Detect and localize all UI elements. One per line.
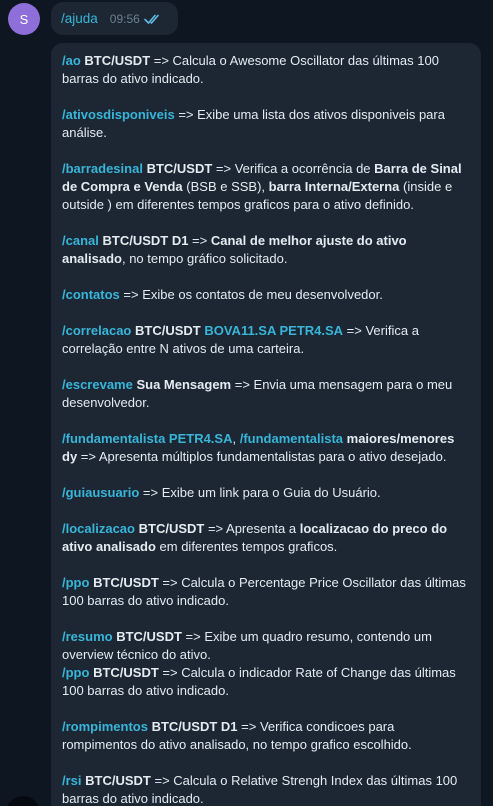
command-link[interactable]: /localizacao	[62, 521, 135, 536]
bold-text: BTC/USDT	[146, 161, 213, 176]
help-entry-line: /localizacao BTC/USDT => Apresenta a loc…	[62, 520, 469, 556]
outgoing-message-text[interactable]: /ajuda	[61, 11, 98, 26]
command-link[interactable]: /rompimentos	[62, 719, 148, 734]
help-entry-resumo: /resumo BTC/USDT => Exibe um quadro resu…	[62, 628, 469, 700]
help-entry-line: /guiausuario => Exibe um link para o Gui…	[62, 484, 469, 502]
text-segment: em diferentes tempos graficos.	[155, 539, 338, 554]
help-entry-line: /ppo BTC/USDT => Calcula o Percentage Pr…	[62, 574, 469, 610]
help-entry-line: /ppo BTC/USDT => Calcula o indicador Rat…	[62, 664, 469, 700]
avatar-letter: S	[19, 11, 29, 27]
bold-text: BTC/USDT	[93, 665, 159, 680]
command-link[interactable]: /ativosdisponiveis	[62, 107, 175, 122]
command-link[interactable]: /contatos	[62, 287, 120, 302]
command-link[interactable]: /guiausuario	[62, 485, 139, 500]
bold-text: BTC/USDT	[84, 53, 151, 68]
command-link[interactable]: /resumo	[62, 629, 113, 644]
help-entry-line: /rompimentos BTC/USDT D1 => Verifica con…	[62, 718, 469, 754]
help-entry-line: /rsi BTC/USDT => Calcula o Relative Stre…	[62, 772, 469, 806]
help-entry-line: /fundamentalista PETR4.SA, /fundamentali…	[62, 430, 469, 466]
bold-text: barra Interna/Externa	[268, 179, 400, 194]
help-entry-localizacao: /localizacao BTC/USDT => Apresenta a loc…	[62, 520, 469, 556]
bot-help-message: /ao BTC/USDT => Calcula o Awesome Oscill…	[51, 43, 481, 806]
command-link[interactable]: /canal	[62, 233, 99, 248]
help-entry-line: /correlacao BTC/USDT BOVA11.SA PETR4.SA …	[62, 322, 469, 358]
bold-text: Sua Mensagem	[136, 377, 232, 392]
help-entry-fundamentalista: /fundamentalista PETR4.SA, /fundamentali…	[62, 430, 469, 466]
bold-text: BTC/USDT D1	[102, 233, 189, 248]
outgoing-message[interactable]: /ajuda 09:56	[51, 2, 178, 35]
bold-text: BTC/USDT D1	[151, 719, 238, 734]
double-check-icon	[144, 14, 159, 24]
help-entry-barradesinal: /barradesinal BTC/USDT => Verifica a oco…	[62, 160, 469, 214]
help-entry-correlacao: /correlacao BTC/USDT BOVA11.SA PETR4.SA …	[62, 322, 469, 358]
command-link[interactable]: /rsi	[62, 773, 82, 788]
help-entry-line: /contatos => Exibe os contatos de meu de…	[62, 286, 469, 304]
bot-avatar[interactable]	[6, 796, 40, 806]
command-link[interactable]: /fundamentalista	[240, 431, 343, 446]
help-entry-escrevame: /escrevame Sua Mensagem => Envia uma men…	[62, 376, 469, 412]
command-link[interactable]: /ppo	[62, 575, 89, 590]
bold-text: BTC/USDT	[138, 521, 205, 536]
help-entry-line: /ativosdisponiveis => Exibe uma lista do…	[62, 106, 469, 142]
help-entry-line: /canal BTC/USDT D1 => Canal de melhor aj…	[62, 232, 469, 268]
command-link[interactable]: /escrevame	[62, 377, 133, 392]
text-segment: => Exibe os contatos de meu desenvolvedo…	[119, 287, 383, 302]
help-entry-line: /barradesinal BTC/USDT => Verifica a oco…	[62, 160, 469, 214]
chat-area: S /ajuda 09:56 /ao BTC/USDT => Calcula o…	[0, 0, 493, 806]
bold-text: BTC/USDT	[93, 575, 159, 590]
text-segment: => Apresenta múltiplos fundamentalistas …	[77, 449, 447, 464]
text-segment: ,	[232, 431, 240, 446]
bold-text: BTC/USDT	[116, 629, 182, 644]
help-entry-ativosdisponiveis: /ativosdisponiveis => Exibe uma lista do…	[62, 106, 469, 142]
text-segment: , no tempo gráfico solicitado.	[121, 251, 288, 266]
message-time: 09:56	[109, 11, 140, 26]
help-entry-ao: /ao BTC/USDT => Calcula o Awesome Oscill…	[62, 52, 469, 88]
text-segment: (BSB e SSB),	[182, 179, 269, 194]
help-entry-guiausuario: /guiausuario => Exibe um link para o Gui…	[62, 484, 469, 502]
bold-text: BTC/USDT	[135, 323, 201, 338]
command-link[interactable]: /ao	[62, 53, 81, 68]
bold-text: BTC/USDT	[85, 773, 151, 788]
command-link[interactable]: /barradesinal	[62, 161, 143, 176]
help-entry-line: /escrevame Sua Mensagem => Envia uma men…	[62, 376, 469, 412]
help-entry-canal: /canal BTC/USDT D1 => Canal de melhor aj…	[62, 232, 469, 268]
command-link[interactable]: /fundamentalista PETR4.SA	[62, 431, 232, 446]
command-link[interactable]: /correlacao	[62, 323, 131, 338]
text-segment: =>	[188, 233, 211, 248]
command-link[interactable]: /ppo	[62, 665, 89, 680]
user-avatar[interactable]: S	[8, 3, 40, 35]
text-segment: => Apresenta a	[204, 521, 300, 536]
help-entry-line: /resumo BTC/USDT => Exibe um quadro resu…	[62, 628, 469, 664]
help-entry-rompimentos: /rompimentos BTC/USDT D1 => Verifica con…	[62, 718, 469, 754]
help-entry-rsi: /rsi BTC/USDT => Calcula o Relative Stre…	[62, 772, 469, 806]
help-entry-contatos: /contatos => Exibe os contatos de meu de…	[62, 286, 469, 304]
help-entry-ppo: /ppo BTC/USDT => Calcula o Percentage Pr…	[62, 574, 469, 610]
help-entry-line: /ao BTC/USDT => Calcula o Awesome Oscill…	[62, 52, 469, 88]
text-segment: => Verifica a ocorrência de	[212, 161, 375, 176]
text-segment: => Exibe um link para o Guia do Usuário.	[139, 485, 381, 500]
command-link[interactable]: BOVA11.SA PETR4.SA	[204, 323, 343, 338]
